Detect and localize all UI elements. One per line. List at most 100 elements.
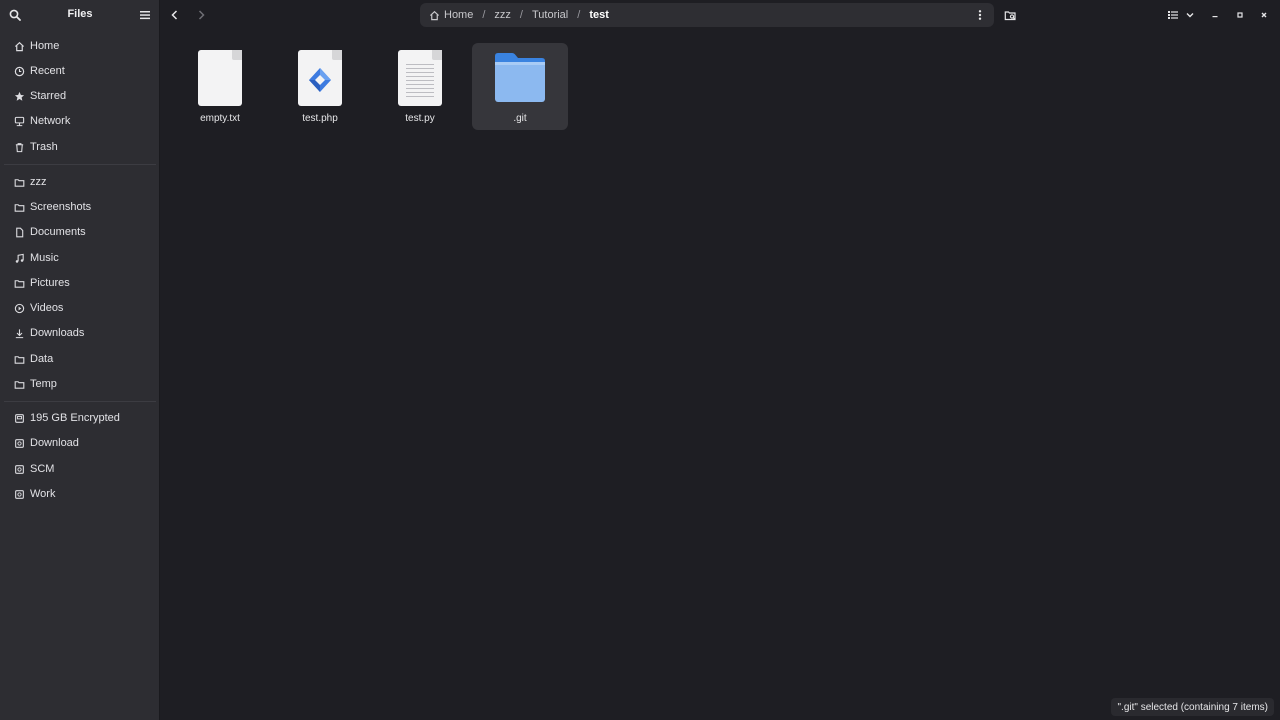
- file-name: test.php: [302, 113, 338, 124]
- chevron-left-icon: [171, 10, 178, 20]
- trash-icon: [13, 141, 25, 153]
- home-icon: [13, 40, 25, 52]
- back-button[interactable]: [165, 5, 185, 25]
- folder-search-icon: [1004, 10, 1016, 20]
- main-menu-button[interactable]: [135, 5, 155, 25]
- folder-icon: [13, 277, 25, 289]
- breadcrumb-separator: /: [482, 9, 486, 21]
- breadcrumb-home[interactable]: Home: [426, 9, 476, 21]
- file-name: empty.txt: [200, 113, 240, 124]
- php-file-icon: [292, 49, 348, 107]
- breadcrumb-tutorial[interactable]: Tutorial: [529, 9, 571, 21]
- sidebar-item-label: 195 GB Encrypted: [30, 412, 120, 424]
- python-file-icon: [392, 49, 448, 107]
- folder-icon: [13, 378, 25, 390]
- sidebar-item-work-drive[interactable]: Work: [4, 483, 154, 505]
- file-item-test-php[interactable]: test.php: [272, 43, 368, 130]
- sidebar-item-label: zzz: [30, 176, 47, 188]
- sidebar-item-starred[interactable]: Starred: [4, 85, 154, 107]
- minimize-button[interactable]: [1205, 5, 1225, 25]
- clock-icon: [13, 65, 25, 77]
- header-bar: Home / zzz / Tutorial / test: [160, 0, 1280, 30]
- sidebar-item-recent[interactable]: Recent: [4, 60, 154, 82]
- sidebar-item-label: Trash: [30, 141, 58, 153]
- breadcrumb-zzz[interactable]: zzz: [491, 9, 514, 21]
- folder-icon: [13, 353, 25, 365]
- file-item-empty-txt[interactable]: empty.txt: [172, 43, 268, 130]
- sidebar-item-label: Network: [30, 115, 71, 127]
- sidebar-item-label: Music: [30, 252, 59, 264]
- sidebar-item-encrypted-drive[interactable]: 195 GB Encrypted: [4, 407, 154, 429]
- sidebar-item-label: Home: [30, 40, 60, 52]
- chevron-right-icon: [198, 10, 205, 20]
- forward-button[interactable]: [191, 5, 211, 25]
- breadcrumb-label: Home: [444, 9, 474, 21]
- sidebar: Files Home Recent Starred Network Trash …: [0, 0, 160, 720]
- search-folder-button[interactable]: [1000, 5, 1020, 25]
- sidebar-item-temp[interactable]: Temp: [4, 373, 154, 395]
- sidebar-item-label: SCM: [30, 463, 55, 475]
- chevron-down-icon: [1186, 13, 1194, 18]
- view-list-button[interactable]: [1163, 5, 1183, 25]
- folder-icon: [492, 49, 548, 107]
- folder-icon: [13, 201, 25, 213]
- breadcrumb-test[interactable]: test: [586, 9, 612, 21]
- sidebar-item-home[interactable]: Home: [4, 35, 154, 57]
- sidebar-item-scm-drive[interactable]: SCM: [4, 458, 154, 480]
- home-icon: [429, 10, 440, 20]
- music-icon: [13, 252, 25, 264]
- sidebar-item-label: Temp: [30, 378, 57, 390]
- file-item-git-folder[interactable]: .git: [472, 43, 568, 130]
- sidebar-item-label: Downloads: [30, 327, 85, 339]
- sidebar-header: Files: [0, 0, 160, 30]
- document-icon: [13, 226, 25, 238]
- file-name: .git: [513, 113, 527, 124]
- sidebar-item-label: Videos: [30, 302, 64, 314]
- sidebar-item-zzz[interactable]: zzz: [4, 171, 154, 193]
- sidebar-item-videos[interactable]: Videos: [4, 297, 154, 319]
- vertical-dots-icon: [978, 10, 982, 20]
- drive-icon: [13, 412, 25, 424]
- download-icon: [13, 327, 25, 339]
- maximize-icon: [1237, 12, 1243, 18]
- path-menu-button[interactable]: [970, 5, 990, 25]
- file-item-test-py[interactable]: test.py: [372, 43, 468, 130]
- text-file-icon: [192, 49, 248, 107]
- sidebar-divider: [4, 401, 156, 402]
- close-icon: [1261, 12, 1267, 18]
- sidebar-item-screenshots[interactable]: Screenshots: [4, 196, 154, 218]
- sidebar-item-pictures[interactable]: Pictures: [4, 272, 154, 294]
- close-button[interactable]: [1254, 5, 1274, 25]
- minimize-icon: [1212, 16, 1218, 18]
- drive-icon: [13, 488, 25, 500]
- sidebar-item-label: Pictures: [30, 277, 70, 289]
- view-options-dropdown[interactable]: [1182, 5, 1198, 25]
- list-view-icon: [1168, 11, 1178, 19]
- status-bar: ".git" selected (containing 7 items): [1111, 698, 1274, 716]
- sidebar-item-label: Documents: [30, 226, 86, 238]
- hamburger-menu-icon: [140, 11, 150, 20]
- folder-icon: [13, 176, 25, 188]
- sidebar-item-music[interactable]: Music: [4, 247, 154, 269]
- sidebar-item-label: Download: [30, 437, 79, 449]
- sidebar-item-network[interactable]: Network: [4, 110, 154, 132]
- breadcrumb-separator: /: [519, 9, 523, 21]
- status-text: ".git" selected (containing 7 items): [1117, 701, 1268, 713]
- sidebar-item-trash[interactable]: Trash: [4, 136, 154, 158]
- video-icon: [13, 302, 25, 314]
- sidebar-item-downloads[interactable]: Downloads: [4, 322, 154, 344]
- breadcrumb-separator: /: [577, 9, 581, 21]
- sidebar-item-label: Recent: [30, 65, 65, 77]
- star-icon: [13, 90, 25, 102]
- sidebar-item-data[interactable]: Data: [4, 348, 154, 370]
- maximize-button[interactable]: [1230, 5, 1250, 25]
- sidebar-item-label: Screenshots: [30, 201, 92, 213]
- drive-icon: [13, 463, 25, 475]
- network-icon: [13, 115, 25, 127]
- drive-icon: [13, 437, 25, 449]
- sidebar-item-label: Starred: [30, 90, 67, 102]
- sidebar-item-documents[interactable]: Documents: [4, 221, 154, 243]
- sidebar-item-label: Data: [30, 353, 54, 365]
- path-bar: Home / zzz / Tutorial / test: [420, 3, 994, 27]
- sidebar-item-download-drive[interactable]: Download: [4, 432, 154, 454]
